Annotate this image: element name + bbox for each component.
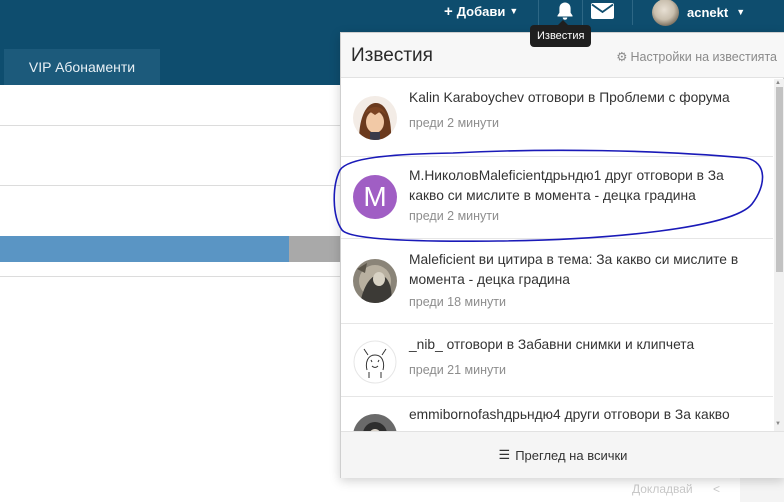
notification-text: emmibornofashдрьндю4 други отговори в За… <box>409 407 730 422</box>
divider <box>0 125 340 126</box>
share-icon[interactable]: < <box>713 482 720 496</box>
notification-settings-link[interactable]: ⚙ Настройки на известията <box>616 49 777 65</box>
navbar-divider <box>538 0 539 25</box>
divider <box>0 185 340 186</box>
notifications-list: Kalin Karaboychev отговори в Проблеми с … <box>341 79 784 431</box>
scrollbar-thumb[interactable] <box>776 87 783 272</box>
list-item[interactable]: Kalin Karaboychev отговори в Проблеми с … <box>341 79 773 157</box>
notifications-dropdown: Известия ⚙ Настройки на известията Kalin… <box>340 32 784 478</box>
background-panel <box>740 476 784 502</box>
caret-down-icon: ▼ <box>509 6 519 16</box>
navbar-divider <box>582 0 583 25</box>
avatar <box>652 0 679 26</box>
username: acnekt <box>687 4 729 20</box>
report-link[interactable]: Докладвай <box>632 482 693 496</box>
list-item[interactable]: _nib_ отговори в Забавни снимки и клипче… <box>341 324 773 397</box>
list-item[interactable]: emmibornofashдрьндю4 други отговори в За… <box>341 397 773 431</box>
view-all-button[interactable]: ☰ Преглед на всички <box>341 431 784 478</box>
avatar <box>353 414 397 431</box>
progress-bar-remaining <box>289 236 341 262</box>
scroll-up-icon[interactable]: ▲ <box>775 80 781 86</box>
view-all-label: Преглед на всички <box>515 447 628 463</box>
bell-tooltip: Известия <box>530 20 592 47</box>
add-dropdown-button[interactable]: + Добави ▼ <box>444 0 518 22</box>
divider <box>0 276 340 277</box>
list-item[interactable]: Maleficient ви цитира в тема: За какво с… <box>341 239 773 324</box>
gear-icon: ⚙ <box>616 50 628 64</box>
avatar <box>353 259 397 303</box>
list-item[interactable]: M М.НиколовMaleficientдрьндю1 друг отгов… <box>341 157 773 239</box>
notification-text: Maleficient ви цитира в тема: За какво с… <box>409 252 739 287</box>
navbar-divider <box>632 0 633 25</box>
notification-text: М.НиколовMaleficientдрьндю1 друг отговор… <box>409 168 724 203</box>
bell-icon[interactable] <box>555 1 575 21</box>
notification-text: Kalin Karaboychev отговори в Проблеми с … <box>409 90 730 105</box>
notification-time: преди 2 минути <box>409 116 500 130</box>
avatar <box>353 340 397 384</box>
notification-text: _nib_ отговори в Забавни снимки и клипче… <box>409 337 695 352</box>
progress-bar-fill <box>0 236 289 262</box>
notification-time: преди 18 минути <box>409 295 506 309</box>
list-icon: ☰ <box>498 447 511 462</box>
caret-down-icon: ▼ <box>736 7 746 17</box>
notification-time: преди 21 минути <box>409 363 506 377</box>
user-menu[interactable]: acnekt ▼ <box>652 0 746 26</box>
notification-time: преди 2 минути <box>409 209 500 223</box>
notifications-title: Известия <box>351 45 433 66</box>
plus-icon: + <box>444 2 453 20</box>
envelope-icon[interactable] <box>591 3 614 19</box>
scroll-down-icon[interactable]: ▼ <box>775 421 781 427</box>
settings-label: Настройки на известията <box>630 49 777 64</box>
avatar-letter: M <box>363 181 387 212</box>
add-label: Добави <box>456 3 506 19</box>
avatar <box>353 96 397 140</box>
tab-vip-subscriptions[interactable]: VIP Абонаменти <box>4 49 160 85</box>
avatar: M <box>353 175 397 219</box>
